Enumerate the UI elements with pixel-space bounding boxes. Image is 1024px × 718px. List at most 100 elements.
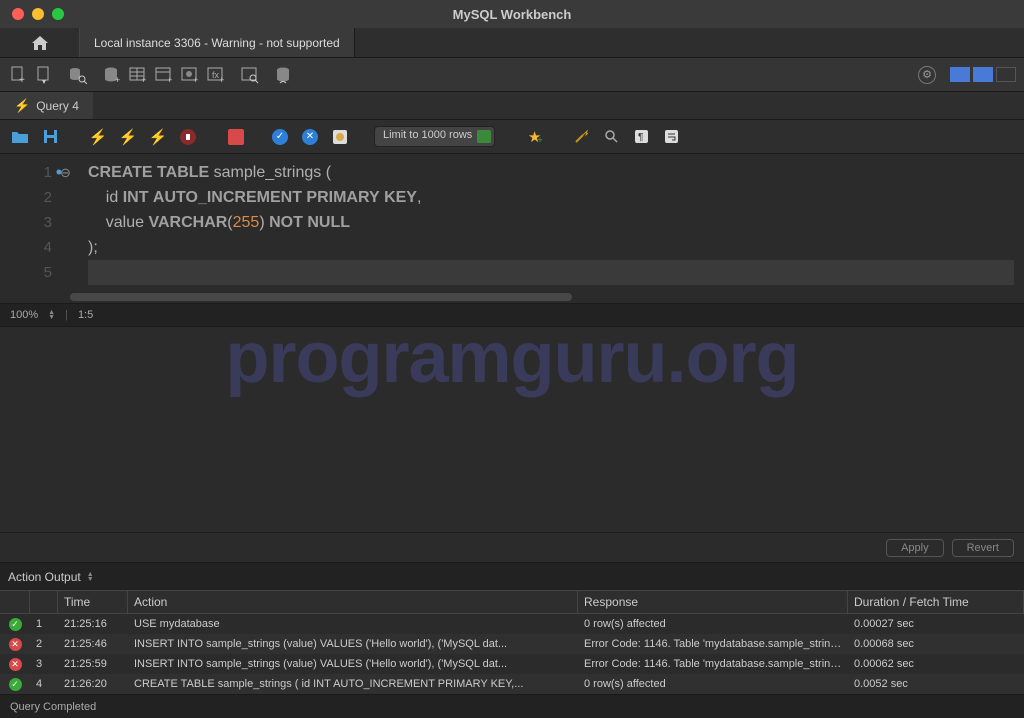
status-icon: ✕	[9, 638, 22, 651]
create-procedure-button[interactable]: +	[180, 65, 200, 85]
row-index: 2	[30, 638, 58, 650]
search-table-button[interactable]	[240, 65, 260, 85]
wrap-button[interactable]	[661, 127, 681, 147]
home-icon	[31, 35, 49, 51]
output-panel-header: Action Output ▲▼	[0, 562, 1024, 590]
output-row[interactable]: ✕ 221:25:46INSERT INTO sample_strings (va…	[0, 634, 1024, 654]
save-file-button[interactable]	[40, 127, 60, 147]
svg-text:¶: ¶	[638, 132, 643, 143]
row-time: 21:25:46	[58, 638, 128, 650]
output-row[interactable]: ✓421:26:20CREATE TABLE sample_strings ( …	[0, 674, 1024, 694]
row-index: 3	[30, 658, 58, 670]
editor-statusbar: 100% ▲▼ | 1:5	[0, 303, 1024, 327]
connection-tabs: Local instance 3306 - Warning - not supp…	[0, 28, 1024, 58]
execute-current-button[interactable]: ⚡	[118, 127, 138, 147]
row-time: 21:25:59	[58, 658, 128, 670]
query-tabs: ⚡ Query 4	[0, 92, 1024, 120]
close-window-button[interactable]	[12, 8, 24, 20]
zoom-stepper[interactable]: ▲▼	[48, 310, 55, 320]
toggle-left-panel[interactable]	[950, 67, 970, 82]
output-type-stepper[interactable]: ▲▼	[87, 572, 94, 582]
row-duration: 0.00062 sec	[848, 658, 1024, 670]
status-icon: ✓	[9, 678, 22, 691]
row-duration: 0.00027 sec	[848, 618, 1024, 630]
connection-tab[interactable]: Local instance 3306 - Warning - not supp…	[80, 28, 355, 57]
output-table: Time Action Response Duration / Fetch Ti…	[0, 590, 1024, 694]
execute-button[interactable]: ⚡	[88, 127, 108, 147]
zoom-level: 100%	[10, 309, 38, 321]
watermark-text: programguru.org	[226, 327, 799, 399]
commit-button[interactable]: ✓	[270, 127, 290, 147]
col-response[interactable]: Response	[578, 591, 848, 613]
explain-button[interactable]: ⚡	[148, 127, 168, 147]
sql-editor[interactable]: 1 2 3 4 5 ⊖ CREATE TABLE sample_strings …	[0, 154, 1024, 291]
row-index: 4	[30, 678, 58, 690]
reconnect-button[interactable]	[274, 65, 294, 85]
status-bar: Query Completed	[0, 694, 1024, 718]
row-response: Error Code: 1146. Table 'mydatabase.samp…	[578, 638, 848, 650]
output-row[interactable]: ✕ 321:25:59INSERT INTO sample_strings (va…	[0, 654, 1024, 674]
home-button[interactable]	[0, 28, 80, 57]
row-response: Error Code: 1146. Table 'mydatabase.samp…	[578, 658, 848, 670]
row-limit-select[interactable]: Limit to 1000 rows	[374, 126, 495, 147]
horizontal-scrollbar[interactable]	[0, 291, 1024, 303]
output-label: Action Output	[8, 570, 81, 584]
connection-tab-label: Local instance 3306 - Warning - not supp…	[94, 36, 340, 50]
row-action: USE mydatabase	[128, 618, 578, 630]
svg-text:+: +	[115, 75, 120, 84]
beautify-button[interactable]	[571, 127, 591, 147]
maximize-window-button[interactable]	[52, 8, 64, 20]
minimize-window-button[interactable]	[32, 8, 44, 20]
svg-text:+: +	[193, 75, 198, 84]
toggle-right-panel[interactable]	[996, 67, 1016, 82]
toggle-limit-button[interactable]	[330, 127, 350, 147]
apply-bar: Apply Revert	[0, 532, 1024, 562]
open-file-button[interactable]	[10, 127, 30, 147]
find-button[interactable]	[601, 127, 621, 147]
svg-text:+: +	[141, 75, 146, 84]
window-title: MySQL Workbench	[0, 7, 1024, 22]
toggle-bottom-panel[interactable]	[973, 67, 993, 82]
toggle-autocommit-button[interactable]	[226, 127, 246, 147]
query-tab[interactable]: ⚡ Query 4	[0, 92, 93, 119]
result-area: programguru.org	[0, 327, 1024, 532]
row-duration: 0.0052 sec	[848, 678, 1024, 690]
row-time: 21:25:16	[58, 618, 128, 630]
inspector-button[interactable]	[68, 65, 88, 85]
row-time: 21:26:20	[58, 678, 128, 690]
col-action[interactable]: Action	[128, 591, 578, 613]
settings-button[interactable]: ⚙	[918, 66, 936, 84]
row-limit-label: Limit to 1000 rows	[383, 129, 472, 141]
svg-text:+: +	[19, 75, 25, 84]
line-gutter: 1 2 3 4 5	[0, 154, 60, 291]
col-duration[interactable]: Duration / Fetch Time	[848, 591, 1024, 613]
revert-button[interactable]: Revert	[952, 539, 1014, 557]
favorite-button[interactable]: ★+	[525, 127, 545, 147]
output-row[interactable]: ✓121:25:16USE mydatabase0 row(s) affecte…	[0, 614, 1024, 634]
row-response: 0 row(s) affected	[578, 618, 848, 630]
create-view-button[interactable]: +	[154, 65, 174, 85]
svg-text:+: +	[167, 75, 172, 84]
status-icon: ✕	[9, 658, 22, 671]
apply-button[interactable]: Apply	[886, 539, 944, 557]
output-table-header: Time Action Response Duration / Fetch Ti…	[0, 590, 1024, 614]
fold-toggle[interactable]: ⊖	[60, 160, 78, 185]
col-time[interactable]: Time	[58, 591, 128, 613]
row-response: 0 row(s) affected	[578, 678, 848, 690]
toggle-invisible-button[interactable]: ¶	[631, 127, 651, 147]
create-function-button[interactable]: fx+	[206, 65, 226, 85]
cursor-position: 1:5	[78, 309, 93, 321]
create-schema-button[interactable]: +	[102, 65, 122, 85]
rollback-button[interactable]: ✕	[300, 127, 320, 147]
row-action: INSERT INTO sample_strings (value) VALUE…	[128, 638, 578, 650]
new-sql-file-button[interactable]: +	[8, 65, 28, 85]
row-duration: 0.00068 sec	[848, 638, 1024, 650]
code-area[interactable]: CREATE TABLE sample_strings ( id INT AUT…	[78, 154, 1024, 291]
gear-icon: ⚙	[922, 68, 932, 81]
stop-button[interactable]	[178, 127, 198, 147]
row-action: INSERT INTO sample_strings (value) VALUE…	[128, 658, 578, 670]
status-text: Query Completed	[10, 701, 96, 713]
lightning-icon: ⚡	[14, 98, 30, 114]
open-sql-file-button[interactable]	[34, 65, 54, 85]
create-table-button[interactable]: +	[128, 65, 148, 85]
